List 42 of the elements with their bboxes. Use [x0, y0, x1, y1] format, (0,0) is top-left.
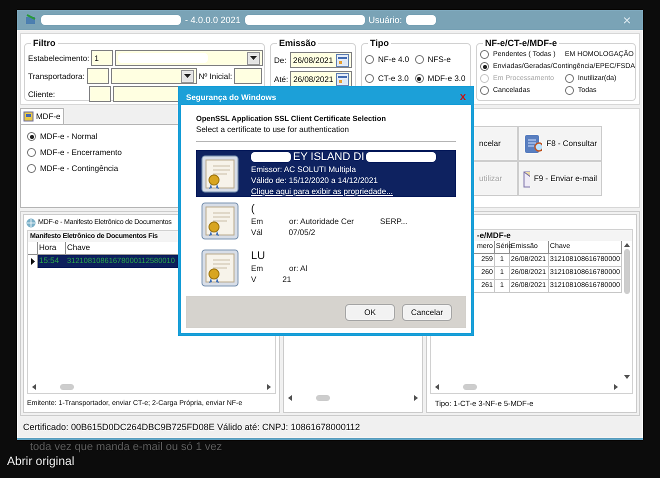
radio-label: MDF-e - Normal	[40, 131, 98, 142]
field-label: Nº Inicial:	[198, 70, 232, 82]
radio-label: NFS-e	[428, 54, 451, 65]
group-title: Tipo	[368, 37, 391, 49]
certificate-text: (	[251, 203, 255, 216]
certificate-text: or: Al	[289, 263, 308, 274]
field-label: Até:	[274, 74, 288, 84]
certificate-text: Válido de: 15/12/2020 a 14/12/2021	[251, 174, 378, 186]
field-value: 1	[94, 52, 99, 64]
certificate-text: EY ISLAND DI	[293, 150, 364, 164]
group-title: NF-e/CT-e/MDF-e	[483, 37, 559, 49]
radio-label: MDF-e - Encerramento	[40, 147, 122, 158]
certificate-text: 21	[282, 274, 292, 285]
window-title: Usuário:	[368, 14, 402, 26]
group-title: Emissão	[277, 37, 318, 49]
radio-label: CT-e 3.0	[378, 73, 409, 84]
dialog-title: Segurança do Windows	[186, 92, 276, 102]
chat-caption: toda vez que manda e-mail ou só 1 vez	[30, 441, 222, 453]
group-title: -e/MDF-e	[476, 230, 511, 241]
radio-label: NF-e 4.0	[378, 54, 410, 65]
dialog-subtitle: Select a certificate to use for authentication	[196, 124, 350, 135]
certificate-text: Vál	[251, 227, 263, 238]
certificate-text: V	[251, 274, 256, 285]
radio-label: MDF-e - Contingência	[40, 163, 118, 174]
group-title: Filtro	[31, 37, 58, 49]
column-header: Hora	[38, 242, 66, 254]
window-title: - 4.0.0.0 2021	[185, 14, 241, 26]
table-cell-text: 15:54	[38, 255, 60, 267]
certificate-text: SERP...	[380, 216, 408, 227]
field-label: Transportadora:	[28, 70, 85, 82]
column-header: Chave	[66, 242, 92, 254]
date-value: 26/08/2021	[293, 54, 334, 66]
certificate-text: Emissor: AC SOLUTI Multipla	[251, 164, 356, 174]
field-label: De:	[274, 54, 288, 66]
field-label: Cliente:	[28, 88, 56, 100]
field-label: Estabelecimento:	[28, 52, 90, 64]
certificate-text: 07/05/2	[288, 227, 316, 238]
status-text: Certificado: 00B615D0DC264DBC9B725FD08E Válido até: CNPJ: 10861678000112	[22, 420, 362, 434]
radio-label: MDF-e 3.0	[428, 73, 466, 84]
date-value: 26/08/2021	[293, 74, 334, 84]
certificate-text: Em	[251, 216, 263, 227]
certificate-text: or: Autoridade Cer	[289, 216, 354, 227]
